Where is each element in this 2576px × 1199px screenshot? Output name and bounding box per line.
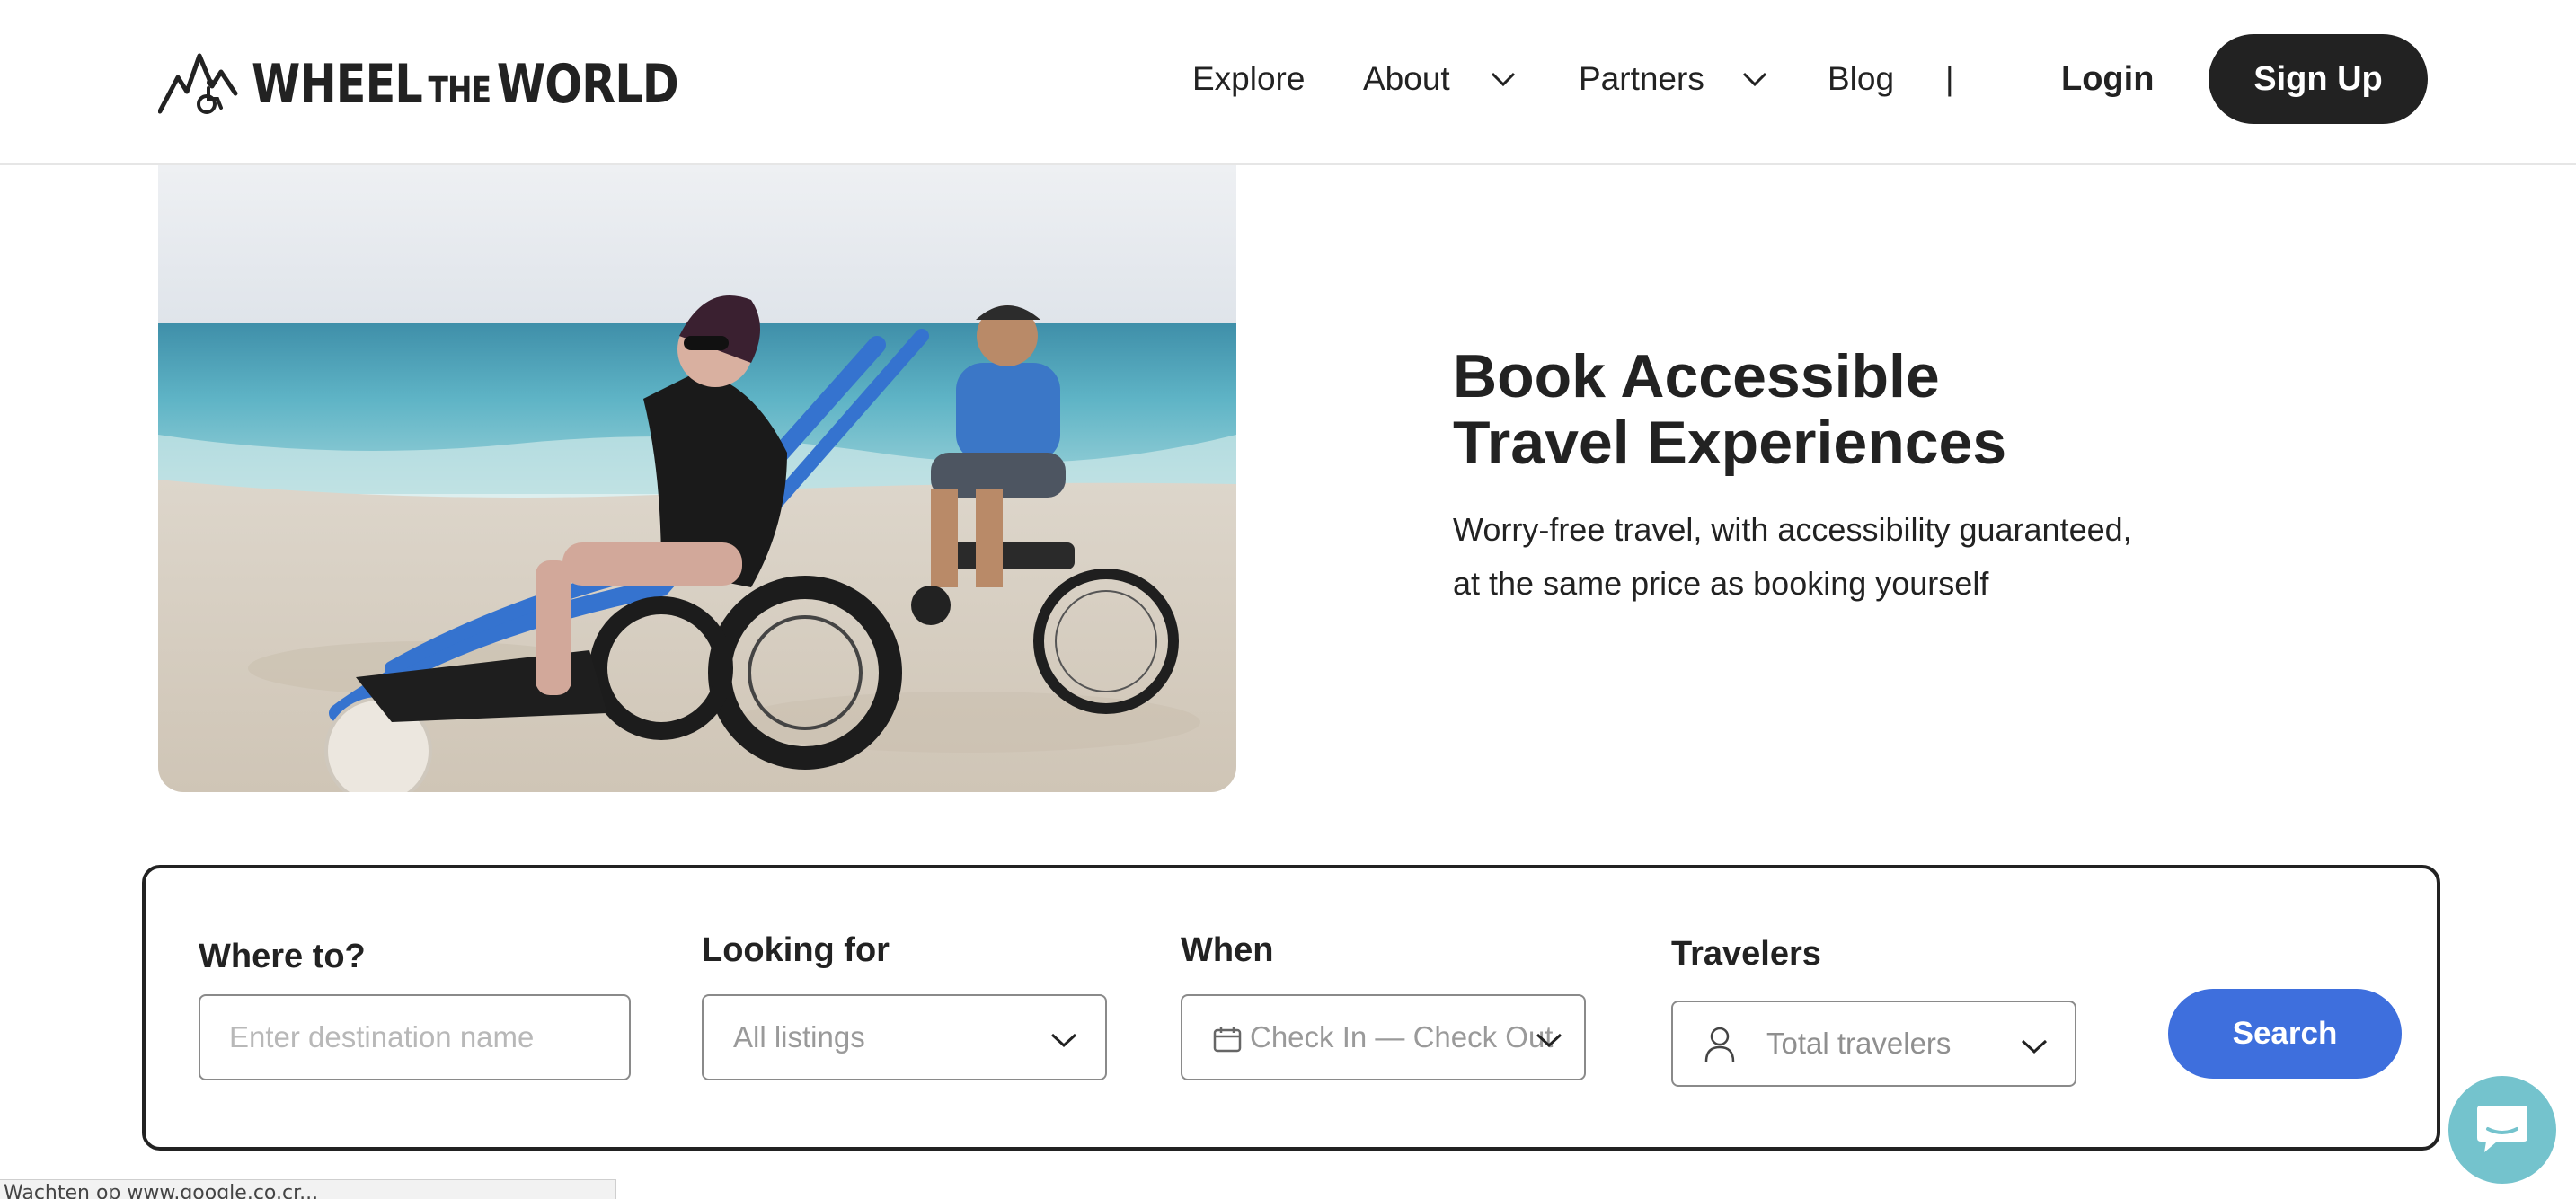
hero-title-line-2: Travel Experiences	[1453, 409, 2007, 477]
listings-select-value: All listings	[733, 1020, 865, 1054]
logo-word-world: WORLD	[496, 53, 679, 116]
chat-widget-button[interactable]	[2448, 1076, 2556, 1184]
nav-explore-label: Explore	[1192, 60, 1306, 97]
looking-for-label: Looking for	[702, 931, 890, 969]
site-logo[interactable]: WHEEL THE WORLD	[158, 50, 772, 119]
chevron-down-icon	[1742, 72, 1767, 87]
nav-separator: |	[1945, 0, 1954, 158]
travelers-label: Travelers	[1671, 935, 1821, 973]
hero-title-line-1: Book Accessible	[1453, 342, 1940, 410]
hero-title: Book Accessible Travel Experiences	[1453, 343, 2006, 476]
when-label: When	[1181, 931, 1274, 969]
browser-status-bar: Wachten op www.google.co.cr...	[0, 1179, 616, 1199]
hero-subtitle-line-1: Worry-free travel, with accessibility gu…	[1453, 511, 2132, 548]
travelers-select[interactable]: Total travelers	[1671, 1001, 2076, 1087]
destination-field	[199, 994, 631, 1080]
listings-select[interactable]: All listings	[702, 994, 1107, 1080]
logo-wordmark: WHEEL THE WORLD	[252, 53, 679, 116]
signup-button[interactable]: Sign Up	[2209, 34, 2428, 124]
calendar-icon	[1213, 1027, 1242, 1053]
site-header: WHEEL THE WORLD Explore About Partners Blo…	[0, 0, 2576, 165]
date-range-picker[interactable]: Check In — Check Out	[1181, 994, 1586, 1080]
nav-about[interactable]: About	[1363, 0, 1450, 158]
destination-input[interactable]	[200, 1020, 629, 1054]
hero-image	[158, 165, 1236, 792]
user-icon	[1704, 1027, 1735, 1062]
nav-blog[interactable]: Blog	[1828, 0, 1894, 158]
chevron-down-icon	[1050, 1033, 1077, 1048]
hero-subtitle: Worry-free travel, with accessibility gu…	[1453, 503, 2132, 611]
nav-separator-label: |	[1945, 60, 1954, 97]
nav-partners-dropdown[interactable]	[1741, 0, 1768, 158]
nav-partners-label: Partners	[1579, 60, 1704, 97]
beach-wheelchair-photo	[158, 165, 1236, 792]
chevron-down-icon	[1491, 72, 1516, 87]
nav-explore[interactable]: Explore	[1192, 0, 1305, 158]
nav-about-label: About	[1363, 60, 1450, 97]
where-label: Where to?	[199, 938, 366, 975]
logo-word-the: THE	[428, 70, 491, 111]
nav-partners[interactable]: Partners	[1579, 0, 1704, 158]
chevron-down-icon	[2021, 1039, 2048, 1054]
travelers-select-value: Total travelers	[1766, 1027, 1952, 1060]
chevron-down-icon	[1536, 1033, 1562, 1048]
logo-word-wheel: WHEEL	[252, 53, 423, 116]
hero-subtitle-line-2: at the same price as booking yourself	[1453, 565, 1989, 602]
nav-blog-label: Blog	[1828, 60, 1895, 97]
mountain-wheelchair-logo-icon	[158, 53, 238, 114]
search-button[interactable]: Search	[2168, 989, 2402, 1079]
login-link[interactable]: Login	[2061, 54, 2154, 104]
chat-icon	[2477, 1106, 2527, 1152]
nav-about-dropdown[interactable]	[1490, 0, 1517, 158]
date-range-value: Check In — Check Out	[1250, 1020, 1554, 1054]
